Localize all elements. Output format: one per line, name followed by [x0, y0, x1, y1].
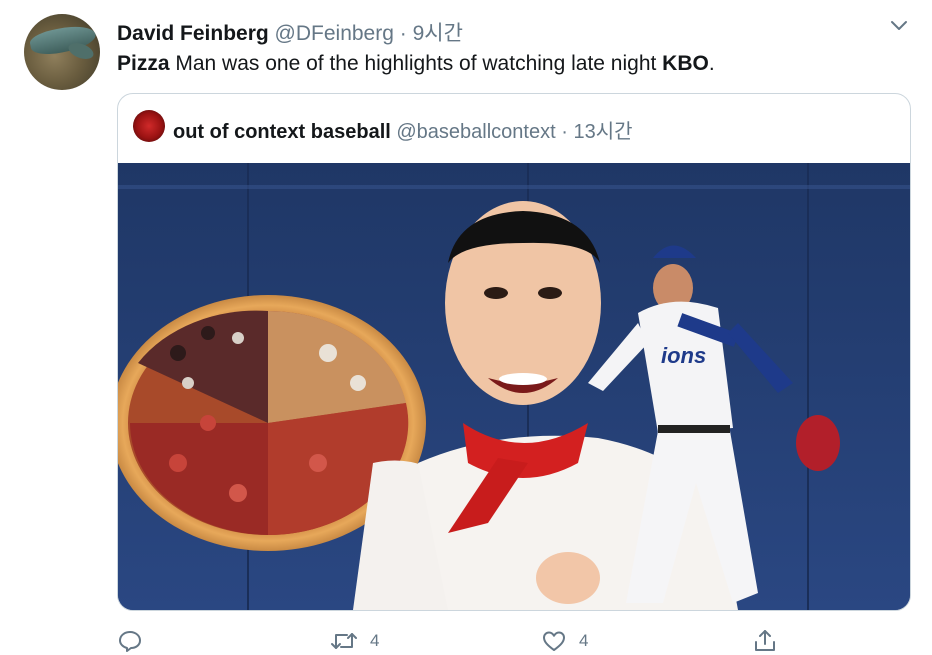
quoted-header: out of context baseball @baseballcontext… [173, 115, 633, 144]
like-count: 4 [579, 631, 589, 650]
share-button[interactable] [752, 628, 778, 654]
avatar-seal-head [66, 39, 96, 63]
quoted-tweet-card[interactable]: out of context baseball @baseballcontext… [117, 93, 911, 611]
tweet-timestamp[interactable]: 9시간 [413, 22, 463, 45]
tweet-actions: 4 4 [0, 620, 932, 655]
retweet-button[interactable]: 4 [330, 628, 379, 654]
tweet-text-bold-pizza: Pizza [117, 52, 170, 75]
quoted-handle[interactable]: @baseballcontext [396, 121, 555, 143]
quoted-timestamp[interactable]: 13시간 [573, 121, 632, 143]
share-icon [755, 630, 775, 651]
quoted-media-photo[interactable]: ions [118, 163, 910, 610]
author-display-name[interactable]: David Feinberg [117, 22, 269, 45]
photo-illustration: ions [118, 163, 910, 610]
tweet-text-bold-kbo: KBO [662, 52, 709, 75]
tweet-text: Pizza Man was one of the highlights of w… [117, 52, 715, 76]
chevron-down-icon [891, 21, 907, 30]
wall-band [118, 185, 910, 189]
reply-button[interactable] [117, 628, 155, 654]
author-handle[interactable]: @DFeinberg [275, 22, 394, 45]
quoted-author-avatar[interactable] [133, 110, 165, 142]
author-avatar[interactable] [24, 14, 100, 90]
quoted-display-name[interactable]: out of context baseball [173, 121, 391, 143]
reply-icon [119, 631, 141, 652]
jersey-logo: ions [661, 343, 706, 368]
retweet-icon [331, 633, 357, 649]
quoted-separator: · [555, 121, 574, 143]
more-options-button[interactable] [888, 18, 910, 34]
like-icon [543, 631, 565, 651]
retweet-count: 4 [370, 631, 380, 650]
tweet-text-middle: Man was one of the highlights of watchin… [169, 52, 663, 75]
tweet-header: David Feinberg @DFeinberg · 9시간 [117, 17, 463, 47]
tweet-text-end: . [708, 52, 715, 75]
header-separator: · [393, 22, 413, 45]
like-button[interactable]: 4 [541, 628, 588, 654]
